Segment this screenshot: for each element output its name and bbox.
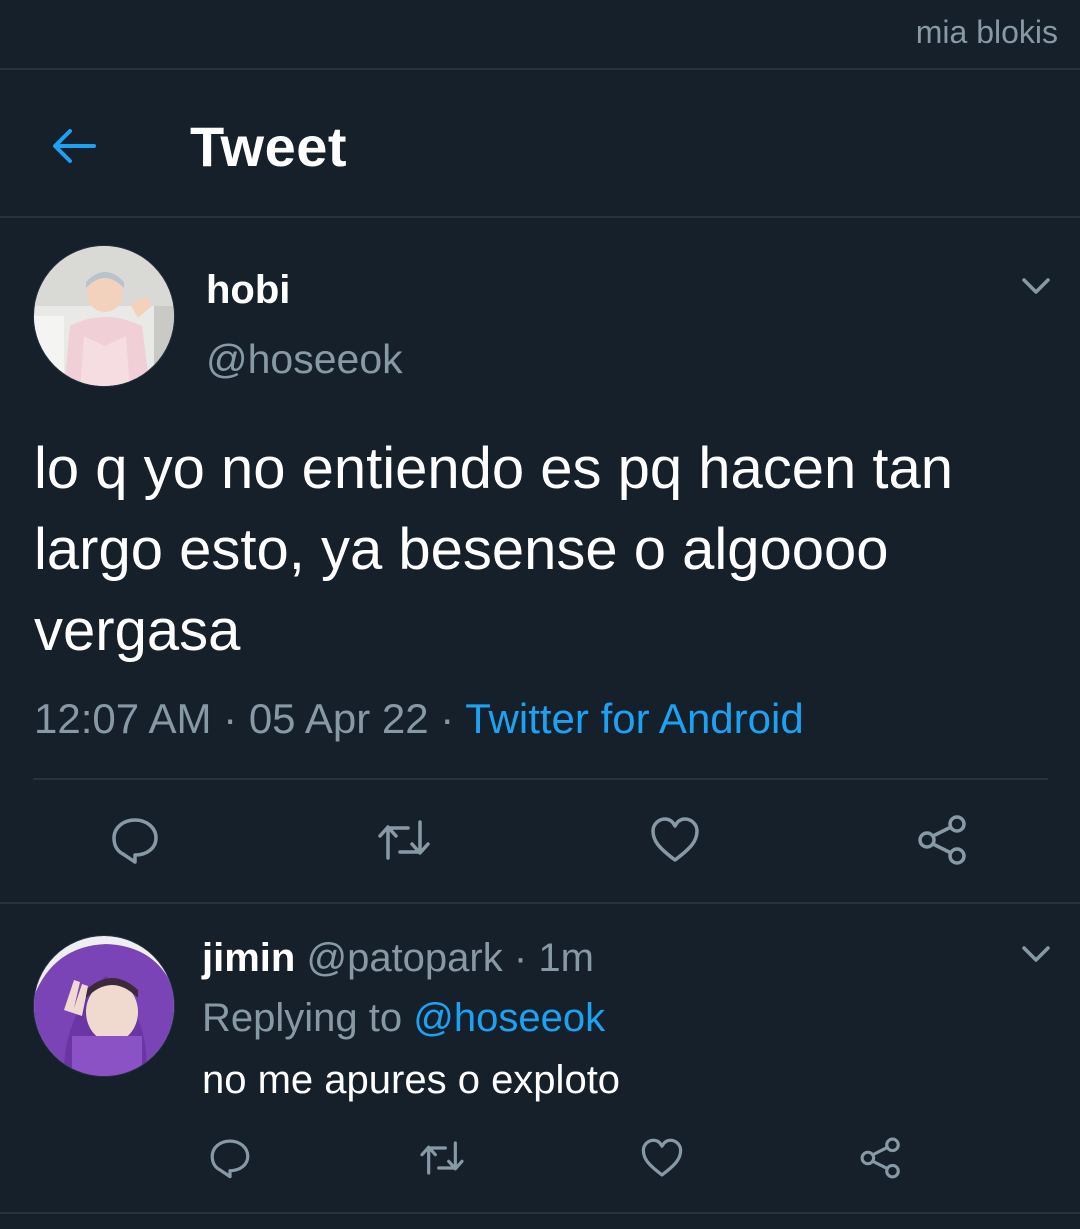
meta-separator: · bbox=[513, 936, 528, 980]
display-name[interactable]: jimin bbox=[202, 936, 295, 980]
tweet-time: 12:07 AM bbox=[34, 695, 212, 742]
like-button[interactable] bbox=[640, 805, 710, 875]
retweet-icon bbox=[420, 1141, 464, 1175]
retweet-button[interactable] bbox=[414, 1130, 470, 1186]
tweet-detail-screen: mia blokis Tweet hobi @hoseeok lo q yo n… bbox=[0, 0, 1080, 1229]
tweet-meta: 12:07 AM · 05 Apr 22 · Twitter for Andro… bbox=[34, 695, 804, 743]
meta-separator: · bbox=[223, 695, 238, 742]
like-button[interactable] bbox=[634, 1130, 690, 1186]
user-handle[interactable]: @hoseeok bbox=[206, 336, 403, 383]
retweet-icon bbox=[378, 820, 430, 860]
divider bbox=[33, 778, 1048, 780]
divider bbox=[0, 902, 1080, 904]
user-handle[interactable]: @patopark bbox=[306, 936, 502, 980]
arrow-left-icon bbox=[53, 129, 96, 163]
avatar-hobi[interactable] bbox=[33, 245, 175, 387]
avatar-jimin[interactable] bbox=[33, 935, 175, 1077]
heart-icon bbox=[651, 817, 699, 862]
divider bbox=[0, 216, 1080, 218]
reply-button[interactable] bbox=[100, 805, 170, 875]
tweet-date: 05 Apr 22 bbox=[248, 695, 429, 742]
share-button[interactable] bbox=[908, 805, 978, 875]
retweet-button[interactable] bbox=[369, 805, 439, 875]
reply-time: 1m bbox=[538, 936, 594, 980]
tweet-source-link[interactable]: Twitter for Android bbox=[465, 695, 803, 742]
heart-icon bbox=[641, 1138, 683, 1177]
watermark-text: mia blokis bbox=[915, 14, 1058, 50]
share-icon bbox=[918, 815, 966, 865]
replying-to-label: Replying to bbox=[202, 996, 403, 1040]
chevron-down-icon[interactable] bbox=[1016, 934, 1056, 974]
chevron-down-icon[interactable] bbox=[1016, 266, 1056, 306]
replying-to: Replying to @hoseeok bbox=[202, 996, 605, 1041]
tweet-actions-bar bbox=[0, 805, 1080, 875]
back-button[interactable] bbox=[44, 116, 104, 176]
divider bbox=[0, 1212, 1080, 1214]
reply-actions-bar bbox=[0, 1130, 1080, 1190]
reply-icon bbox=[112, 818, 158, 864]
meta-separator: · bbox=[440, 695, 455, 742]
top-bar: Tweet bbox=[0, 72, 1080, 217]
replying-to-handle[interactable]: @hoseeok bbox=[413, 996, 605, 1040]
display-name[interactable]: hobi bbox=[206, 268, 290, 313]
reply-header: jimin @patopark · 1m bbox=[202, 936, 594, 981]
reply-icon bbox=[210, 1139, 250, 1179]
tweet-text: lo q yo no entiendo es pq hacen tan larg… bbox=[34, 436, 954, 663]
share-icon bbox=[860, 1137, 900, 1179]
page-title: Tweet bbox=[190, 115, 348, 178]
share-button[interactable] bbox=[853, 1130, 909, 1186]
reply-text: no me apures o exploto bbox=[202, 1058, 621, 1102]
divider bbox=[0, 68, 1080, 70]
reply-button[interactable] bbox=[202, 1130, 258, 1186]
